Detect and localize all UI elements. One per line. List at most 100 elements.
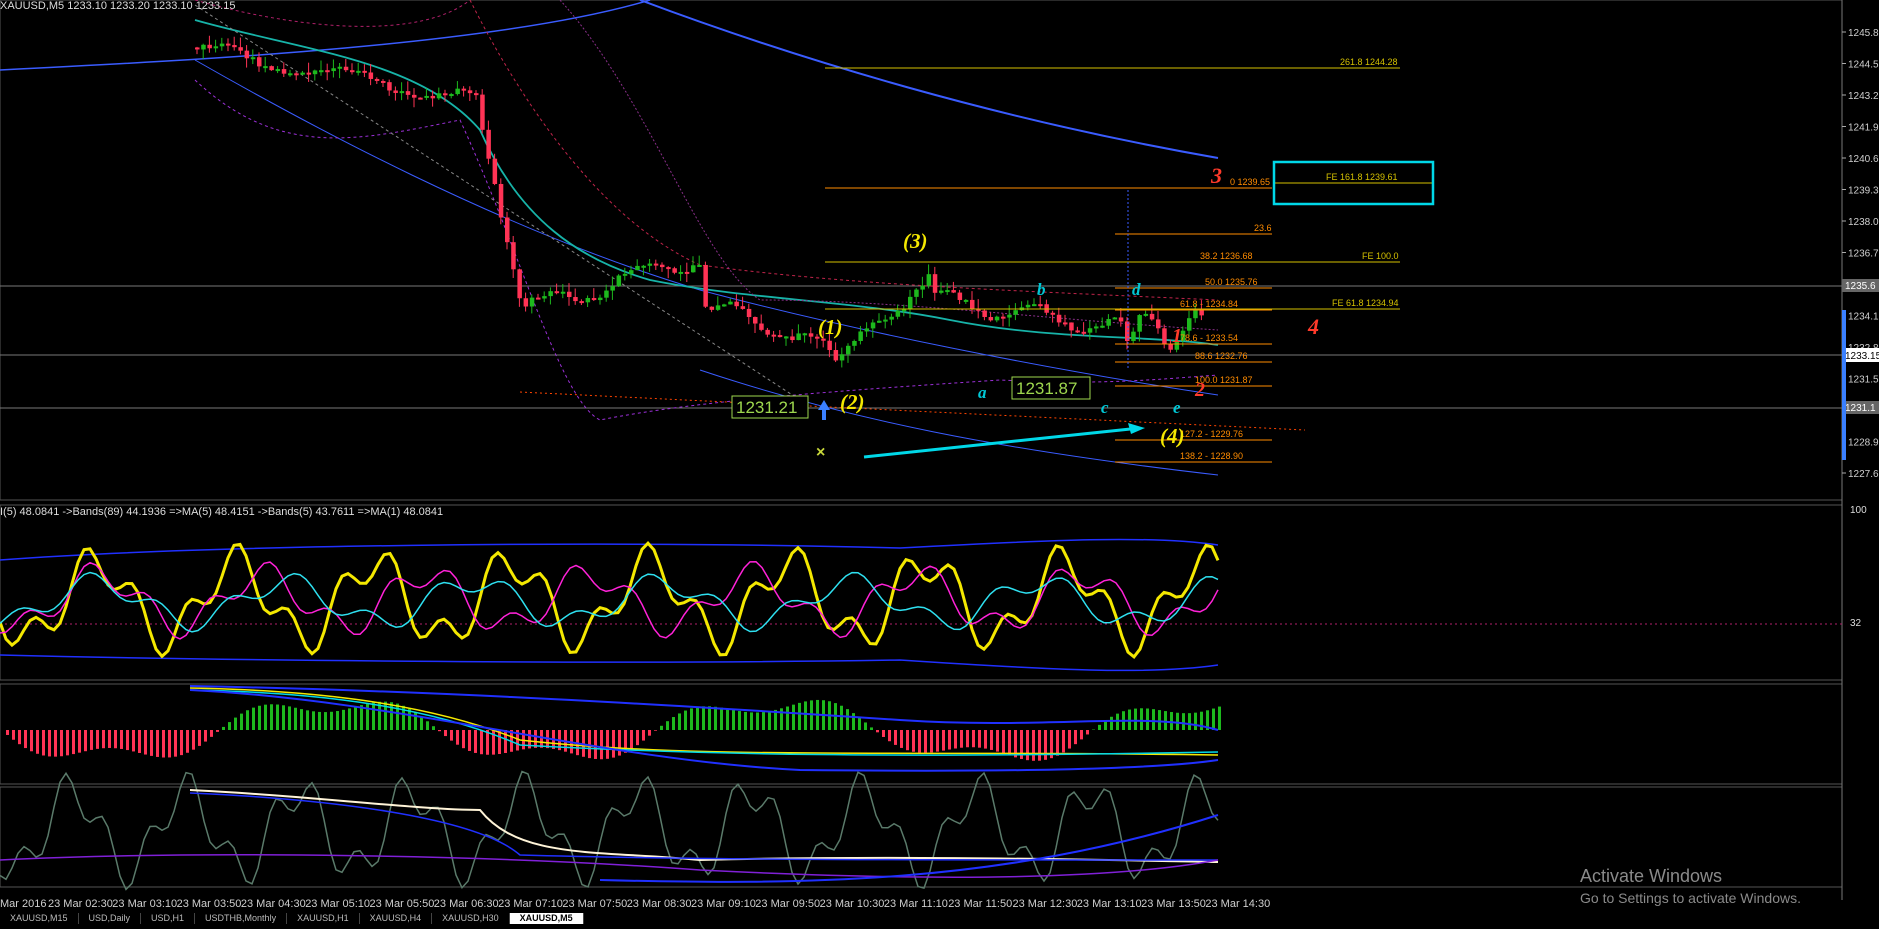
histogram-bar: [762, 712, 765, 730]
rsi-axis-top: 100: [1850, 505, 1867, 516]
chart-tab[interactable]: USDTHB,Monthly: [195, 913, 287, 924]
chart-tab[interactable]: USD,Daily: [79, 913, 142, 924]
chart-svg[interactable]: 261.8 1244.280 1239.65FE 161.8 1239.6123…: [0, 0, 1879, 924]
histogram-bar: [60, 730, 63, 756]
price-scroll-handle[interactable]: [1842, 310, 1846, 460]
histogram-bar: [882, 730, 885, 737]
candle-body: [1137, 315, 1142, 332]
histogram-bar: [156, 730, 159, 757]
histogram-bar: [990, 730, 993, 750]
histogram-bar: [942, 730, 945, 751]
histogram-bar: [114, 730, 117, 748]
wave-label-r3: 3: [1210, 163, 1222, 188]
histogram-bar: [612, 730, 615, 758]
price-tick-label: 1243.2: [1848, 91, 1879, 102]
candle-body: [387, 82, 392, 90]
histogram-bar: [1212, 709, 1215, 730]
candle-body: [1069, 322, 1074, 330]
histogram-bar: [846, 709, 849, 730]
candle-body: [1038, 304, 1043, 306]
candle-body: [555, 291, 560, 293]
candle-body: [1094, 326, 1099, 328]
candle-body: [214, 46, 219, 48]
chart-tab[interactable]: XAUUSD,M5: [510, 913, 584, 924]
histogram-bar: [864, 722, 867, 730]
cyan-arrow-head: [1128, 423, 1145, 434]
candle-body: [536, 298, 541, 300]
chart-tab[interactable]: XAUUSD,H1: [287, 913, 360, 924]
histogram-bar: [684, 711, 687, 730]
histogram-bar: [912, 730, 915, 752]
candle-body: [772, 335, 777, 337]
candle-body: [809, 333, 814, 336]
histogram-bar: [468, 730, 471, 751]
histogram-bar: [690, 708, 693, 730]
candle-body: [982, 310, 987, 317]
histogram-bar: [132, 730, 135, 751]
fib-label: 78.6 - 1233.54: [1180, 333, 1238, 343]
histogram-bar: [450, 730, 453, 741]
candle-body: [852, 341, 857, 346]
candle-body: [858, 331, 863, 341]
histogram-bar: [264, 705, 267, 730]
candle-body: [524, 298, 529, 306]
price-tick-label: 1231.5: [1848, 375, 1879, 386]
histogram-bar: [1032, 730, 1035, 761]
histogram-bar: [1002, 730, 1005, 754]
candle-body: [431, 96, 436, 98]
histogram-bar: [786, 706, 789, 730]
chart-area[interactable]: 261.8 1244.280 1239.65FE 161.8 1239.6123…: [0, 0, 1879, 924]
chart-tab[interactable]: XAUUSD,M15: [0, 913, 79, 924]
histogram-bar: [1026, 730, 1029, 760]
candle-body: [871, 322, 876, 328]
candle-body: [195, 47, 200, 49]
price-axis[interactable]: 1245.81244.51243.21241.91240.61239.31238…: [1842, 0, 1879, 900]
histogram-bar: [606, 730, 609, 759]
histogram-bar: [390, 702, 393, 730]
price-tick-label: 1227.6: [1848, 469, 1879, 480]
histogram-bar: [948, 730, 951, 750]
histogram-bar: [456, 730, 459, 745]
candle-body: [468, 90, 473, 93]
histogram-bar: [870, 727, 873, 730]
price-tick-label: 1228.9: [1848, 438, 1879, 449]
candle-body: [989, 317, 994, 320]
chart-tab[interactable]: XAUUSD,H30: [432, 913, 510, 924]
histogram-bar: [708, 706, 711, 730]
wave-label-a: a: [978, 383, 987, 402]
histogram-bar: [636, 730, 639, 745]
candle-body: [400, 91, 405, 93]
chart-tab[interactable]: USD,H1: [141, 913, 195, 924]
candle-body: [1026, 305, 1031, 308]
histogram-bar: [702, 706, 705, 730]
histogram-bar: [726, 709, 729, 730]
histogram-bar: [660, 726, 663, 730]
candle-body: [1001, 317, 1006, 319]
candle-body: [964, 300, 969, 302]
histogram-bar: [252, 708, 255, 730]
cyan-arrow-line: [864, 428, 1140, 457]
chart-tabs[interactable]: XAUUSD,M15USD,DailyUSD,H1USDTHB,MonthlyX…: [0, 913, 1879, 924]
price-tick-label: 1244.5: [1848, 60, 1879, 71]
histogram-bar: [144, 730, 147, 755]
support-dashed: [520, 392, 1305, 430]
histogram-bar: [1068, 730, 1071, 749]
candle-body: [276, 69, 281, 71]
histogram-bar: [648, 730, 651, 736]
histogram-bar: [102, 730, 105, 748]
histogram-bar: [1170, 712, 1173, 730]
candle-body: [747, 309, 752, 317]
histogram-bar: [336, 711, 339, 730]
stoch-pane-border: [0, 787, 1842, 887]
wave-label-r4: 4: [1307, 314, 1319, 339]
candle-body: [883, 320, 888, 322]
histogram-bar: [48, 730, 51, 756]
x-marker-icon: ×: [816, 444, 825, 461]
fib-label: 38.2 1236.68: [1200, 251, 1253, 261]
time-axis[interactable]: Mar 201623 Mar 02:3023 Mar 03:1023 Mar 0…: [0, 898, 1270, 910]
candle-body: [598, 298, 603, 300]
histogram-bar: [330, 712, 333, 730]
chart-tab[interactable]: XAUUSD,H4: [360, 913, 433, 924]
histogram-bar: [438, 730, 441, 731]
candle-body: [970, 300, 975, 309]
